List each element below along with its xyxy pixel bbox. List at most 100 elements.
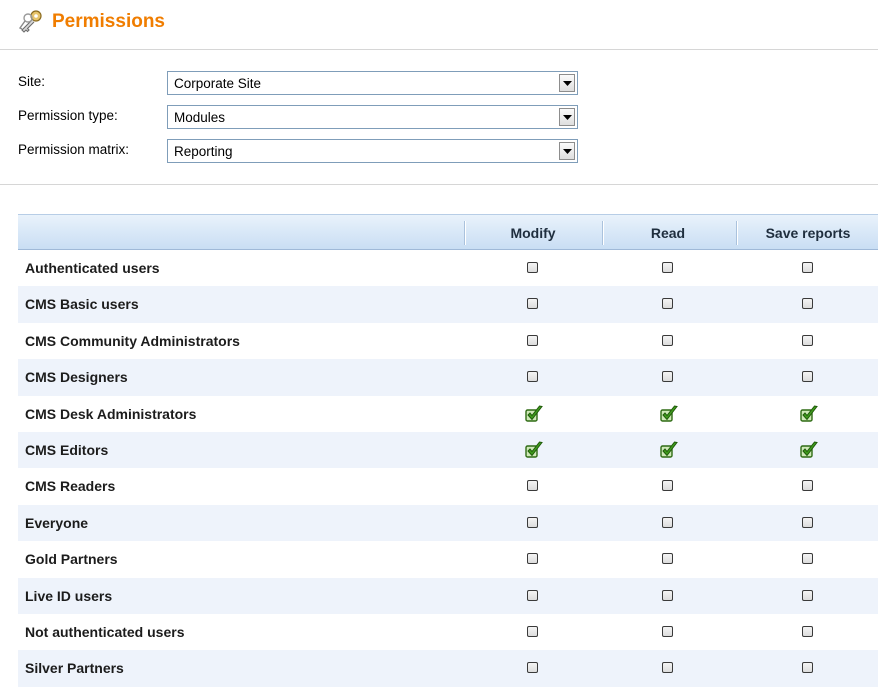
column-separator [602, 221, 604, 245]
unchecked-checkbox-icon[interactable] [802, 662, 813, 674]
checked-icon[interactable] [524, 440, 544, 460]
unchecked-checkbox-icon[interactable] [802, 516, 813, 528]
permission-cell-modify[interactable] [473, 650, 593, 686]
permission-cell-modify[interactable] [473, 578, 593, 614]
unchecked-checkbox-icon[interactable] [527, 298, 538, 310]
permission-cell-modify[interactable] [473, 505, 593, 541]
permission-cell-modify[interactable] [473, 614, 593, 650]
unchecked-checkbox-icon[interactable] [662, 516, 673, 528]
column-header-modify[interactable]: Modify [474, 225, 592, 241]
permission-cell-save-reports[interactable] [748, 614, 868, 650]
matrix-body: Authenticated users CMS Basic users CMS Co… [18, 250, 878, 687]
role-name: CMS Desk Administrators [25, 405, 197, 422]
column-separator [464, 221, 466, 245]
checked-icon[interactable] [659, 404, 679, 424]
unchecked-checkbox-icon[interactable] [662, 589, 673, 601]
permission-cell-read[interactable] [608, 359, 728, 395]
permission-cell-save-reports[interactable] [748, 505, 868, 541]
permission-cell-save-reports[interactable] [748, 286, 868, 322]
chevron-down-icon[interactable] [559, 108, 575, 126]
chevron-down-icon[interactable] [559, 74, 575, 92]
unchecked-checkbox-icon[interactable] [662, 480, 673, 492]
permission-cell-modify[interactable] [473, 359, 593, 395]
unchecked-checkbox-icon[interactable] [527, 625, 538, 637]
unchecked-checkbox-icon[interactable] [802, 553, 813, 565]
permission-matrix-select-value: Reporting [174, 144, 233, 159]
permission-cell-modify[interactable] [473, 541, 593, 577]
unchecked-checkbox-icon[interactable] [662, 553, 673, 565]
unchecked-checkbox-icon[interactable] [662, 625, 673, 637]
permission-type-label: Permission type: [18, 108, 118, 123]
permission-cell-read[interactable] [608, 614, 728, 650]
role-name: Gold Partners [25, 551, 118, 568]
table-row: Live ID users [18, 577, 878, 614]
permission-cell-read[interactable] [608, 505, 728, 541]
permission-matrix-label: Permission matrix: [18, 142, 130, 157]
unchecked-checkbox-icon[interactable] [527, 662, 538, 674]
unchecked-checkbox-icon[interactable] [662, 371, 673, 383]
permission-cell-save-reports[interactable] [748, 323, 868, 359]
checked-icon[interactable] [799, 404, 819, 424]
permission-cell-read[interactable] [608, 323, 728, 359]
permission-cell-read[interactable] [608, 578, 728, 614]
unchecked-checkbox-icon[interactable] [802, 625, 813, 637]
unchecked-checkbox-icon[interactable] [527, 334, 538, 346]
permission-cell-read[interactable] [608, 468, 728, 504]
unchecked-checkbox-icon[interactable] [662, 298, 673, 310]
matrix-header: Modify Read Save reports [18, 214, 878, 250]
unchecked-checkbox-icon[interactable] [527, 371, 538, 383]
checked-icon[interactable] [524, 404, 544, 424]
unchecked-checkbox-icon[interactable] [527, 589, 538, 601]
permission-cell-save-reports[interactable] [748, 396, 868, 432]
permission-matrix-table: Modify Read Save reports Authenticated u… [18, 214, 878, 687]
permission-cell-save-reports[interactable] [748, 250, 868, 286]
permission-cell-save-reports[interactable] [748, 359, 868, 395]
checked-icon[interactable] [799, 440, 819, 460]
permission-cell-modify[interactable] [473, 468, 593, 504]
permission-cell-save-reports[interactable] [748, 468, 868, 504]
column-header-save-reports[interactable]: Save reports [738, 225, 878, 241]
table-row: Silver Partners [18, 650, 878, 687]
permission-matrix-select[interactable]: Reporting [167, 139, 578, 163]
unchecked-checkbox-icon[interactable] [527, 553, 538, 565]
chevron-down-icon[interactable] [559, 142, 575, 160]
unchecked-checkbox-icon[interactable] [802, 298, 813, 310]
permission-cell-read[interactable] [608, 396, 728, 432]
permission-type-select[interactable]: Modules [167, 105, 578, 129]
permission-cell-modify[interactable] [473, 250, 593, 286]
unchecked-checkbox-icon[interactable] [527, 516, 538, 528]
permission-cell-save-reports[interactable] [748, 432, 868, 468]
unchecked-checkbox-icon[interactable] [802, 371, 813, 383]
unchecked-checkbox-icon[interactable] [802, 480, 813, 492]
permission-cell-read[interactable] [608, 250, 728, 286]
permission-cell-save-reports[interactable] [748, 541, 868, 577]
permission-cell-save-reports[interactable] [748, 650, 868, 686]
permission-cell-read[interactable] [608, 541, 728, 577]
permission-cell-save-reports[interactable] [748, 578, 868, 614]
column-header-read[interactable]: Read [608, 225, 728, 241]
unchecked-checkbox-icon[interactable] [527, 262, 538, 273]
unchecked-checkbox-icon[interactable] [662, 262, 673, 273]
unchecked-checkbox-icon[interactable] [802, 262, 813, 273]
table-row: CMS Community Administrators [18, 323, 878, 359]
table-row: Authenticated users [18, 250, 878, 286]
unchecked-checkbox-icon[interactable] [662, 662, 673, 674]
unchecked-checkbox-icon[interactable] [662, 334, 673, 346]
site-label: Site: [18, 74, 46, 89]
permission-cell-modify[interactable] [473, 323, 593, 359]
permission-cell-read[interactable] [608, 286, 728, 322]
permission-cell-read[interactable] [608, 650, 728, 686]
page-header: Permissions [0, 0, 878, 50]
unchecked-checkbox-icon[interactable] [527, 480, 538, 492]
permission-cell-read[interactable] [608, 432, 728, 468]
table-row: CMS Editors [18, 431, 878, 469]
unchecked-checkbox-icon[interactable] [802, 589, 813, 601]
permission-cell-modify[interactable] [473, 396, 593, 432]
permission-cell-modify[interactable] [473, 432, 593, 468]
permission-cell-modify[interactable] [473, 286, 593, 322]
permission-type-select-value: Modules [174, 110, 226, 125]
table-row: Not authenticated users [18, 614, 878, 650]
unchecked-checkbox-icon[interactable] [802, 334, 813, 346]
checked-icon[interactable] [659, 440, 679, 460]
site-select[interactable]: Corporate Site [167, 71, 578, 95]
